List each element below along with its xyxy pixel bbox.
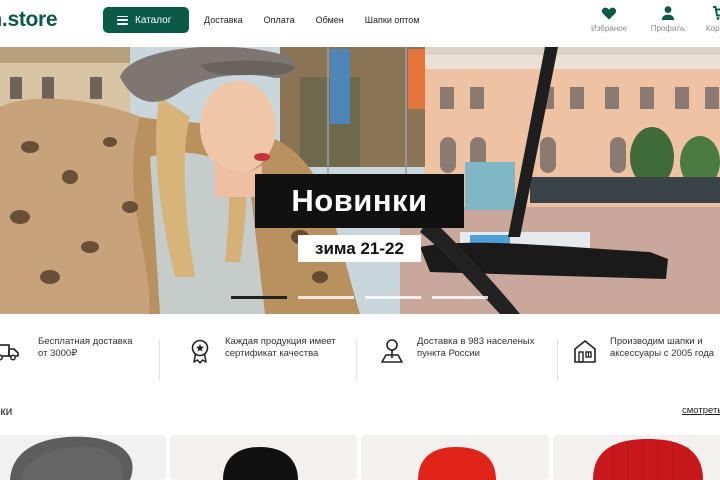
feature-certificate-line1: Каждая продукция имеет	[225, 336, 336, 347]
slider-dot[interactable]	[365, 296, 421, 299]
logo[interactable]: ch.store	[0, 8, 58, 32]
feature-regions-line2: пункта России	[417, 348, 480, 359]
nav-payment[interactable]: Оплата	[264, 15, 295, 25]
product-image	[10, 436, 133, 480]
main-nav: Доставка Оплата Обмен Шапки оптом	[204, 15, 440, 25]
product-image	[593, 439, 703, 480]
certificate-icon	[191, 339, 209, 364]
feature-delivery-line2: от 3000₽	[38, 348, 78, 359]
feature-delivery: Бесплатная доставка от 3000₽	[0, 336, 133, 364]
product-image	[418, 447, 496, 480]
feature-production: Производим шапки и аксессуары с 2005 год…	[572, 336, 714, 364]
heart-icon	[601, 7, 617, 20]
slider-dots	[231, 296, 499, 299]
factory-icon	[574, 340, 596, 363]
product-card[interactable]	[361, 435, 549, 480]
feature-production-line1: Производим шапки и	[610, 336, 703, 347]
slider-dot[interactable]	[231, 296, 287, 299]
product-card[interactable]	[170, 435, 357, 480]
feature-delivery-line1: Бесплатная доставка	[38, 336, 133, 347]
favorites-label: Избраное	[590, 24, 628, 33]
slider-dot[interactable]	[298, 296, 354, 299]
user-icon	[661, 6, 675, 20]
cart-label: Кор	[706, 24, 720, 33]
divider	[159, 339, 160, 381]
feature-production-line2: аксессуары с 2005 года	[610, 348, 715, 359]
nav-wholesale[interactable]: Шапки оптом	[365, 15, 420, 25]
catalog-label: Каталог	[135, 14, 172, 26]
menu-icon	[117, 15, 128, 25]
map-pin-icon	[381, 339, 403, 363]
slider-dot[interactable]	[432, 296, 488, 299]
favorites-button[interactable]: Избраное	[579, 5, 639, 33]
cart-button[interactable]: Кор	[706, 5, 720, 33]
hero-subtitle: зима 21-22	[298, 235, 421, 262]
feature-regions-line1: Доставка в 983 населеных	[417, 336, 535, 347]
product-card[interactable]	[553, 435, 720, 480]
features-bar: Бесплатная доставка от 3000₽ Каждая прод…	[0, 314, 720, 396]
catalog-button[interactable]: Каталог	[103, 7, 189, 33]
profile-label: Профиль	[650, 24, 686, 33]
hero-banner[interactable]: Новинки зима 21-22	[0, 47, 720, 314]
section-title: инки	[0, 404, 13, 418]
product-image	[223, 447, 298, 480]
divider	[356, 339, 357, 381]
product-card[interactable]	[0, 435, 166, 480]
hero-title: Новинки	[255, 174, 464, 228]
feature-regions: Доставка в 983 населеных пункта России	[379, 336, 535, 364]
profile-button[interactable]: Профиль	[638, 5, 698, 33]
feature-certificate-line2: сертификат качества	[225, 348, 319, 359]
feature-certificate: Каждая продукция имеет сертификат качест…	[187, 336, 336, 364]
truck-icon	[0, 344, 19, 361]
site-header: ch.store Каталог Доставка Оплата Обмен Ш…	[0, 0, 720, 47]
nav-delivery[interactable]: Доставка	[204, 15, 243, 25]
see-all-link[interactable]: смотреть все	[682, 405, 720, 416]
divider	[557, 339, 558, 381]
cart-icon	[713, 6, 720, 20]
nav-exchange[interactable]: Обмен	[316, 15, 344, 25]
